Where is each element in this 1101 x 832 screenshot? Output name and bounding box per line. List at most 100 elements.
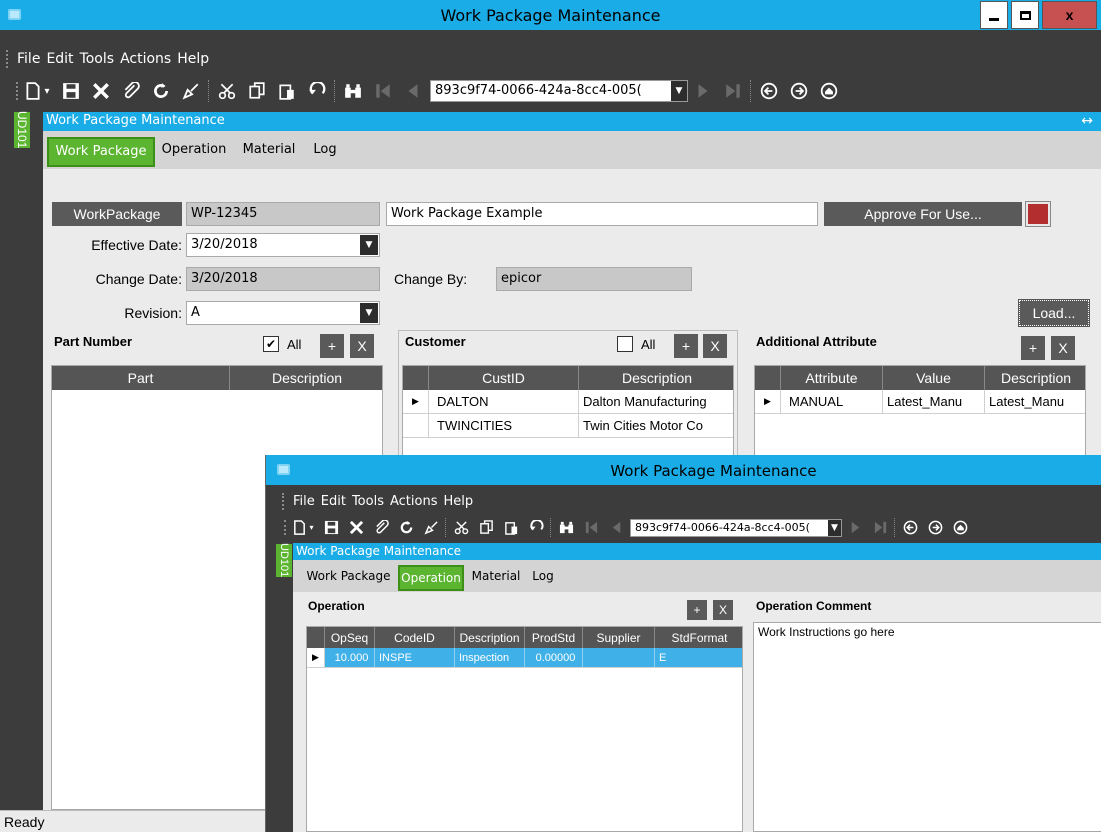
menu-item-help[interactable]: Help	[440, 494, 476, 509]
attribute-add-button[interactable]: +	[1021, 336, 1045, 360]
customer-grid[interactable]: CustID Description ▶ DALTON Dalton Manufac…	[402, 365, 734, 460]
column-header[interactable]: StdFormat	[655, 627, 742, 648]
back-button[interactable]	[760, 82, 778, 100]
attach-button[interactable]	[122, 82, 140, 100]
tab-operation[interactable]: Operation	[159, 137, 229, 167]
column-header[interactable]: OpSeq	[325, 627, 375, 648]
column-header[interactable]: ProdStd	[525, 627, 583, 648]
workpackage-field[interactable]: WP-12345	[186, 202, 380, 226]
search-button[interactable]	[559, 520, 574, 535]
menu-item-actions[interactable]: Actions	[117, 51, 174, 67]
part-add-button[interactable]: +	[320, 334, 344, 358]
column-header[interactable]: CustID	[429, 366, 579, 390]
column-header[interactable]: Description	[579, 366, 733, 390]
column-header[interactable]: Description	[230, 366, 382, 390]
chevron-down-icon[interactable]: ▼	[828, 520, 841, 536]
clear-button[interactable]	[424, 520, 439, 535]
main-titlebar[interactable]: Work Package Maintenance x	[0, 0, 1101, 30]
undo-button[interactable]	[308, 82, 326, 100]
refresh-button[interactable]	[152, 82, 170, 100]
refresh-button[interactable]	[399, 520, 414, 535]
menu-item-edit[interactable]: Edit	[318, 494, 349, 509]
next-record-button[interactable]	[848, 520, 863, 535]
overlay-titlebar[interactable]: Work Package Maintenance	[266, 455, 1101, 485]
operation-add-button[interactable]: +	[687, 600, 707, 620]
first-record-button[interactable]	[374, 82, 392, 100]
ud-tab[interactable]: UD101	[14, 111, 30, 149]
copy-button[interactable]	[248, 82, 266, 100]
pin-icon[interactable]: ↔	[1081, 113, 1093, 129]
tab-work-package[interactable]: Work Package	[47, 137, 155, 167]
forward-button[interactable]	[790, 82, 808, 100]
clear-button[interactable]	[182, 82, 200, 100]
cut-button[interactable]	[454, 520, 469, 535]
column-header[interactable]: Value	[883, 366, 985, 390]
paste-button[interactable]	[278, 82, 296, 100]
ud-tab[interactable]: UD101	[276, 543, 292, 578]
column-header[interactable]: Supplier	[583, 627, 655, 648]
back-button[interactable]	[903, 520, 918, 535]
search-button[interactable]	[344, 82, 362, 100]
menu-item-edit[interactable]: Edit	[43, 51, 76, 67]
previous-record-button[interactable]	[404, 82, 422, 100]
part-all-checkbox[interactable]: ✔	[263, 336, 279, 352]
column-header[interactable]: Part	[52, 366, 230, 390]
tab-material[interactable]: Material	[233, 137, 305, 167]
revision-field[interactable]: A ▼	[186, 301, 380, 325]
new-button[interactable]: ▾	[24, 82, 50, 100]
customer-add-button[interactable]: +	[674, 334, 698, 358]
next-record-button[interactable]	[694, 82, 712, 100]
first-record-button[interactable]	[584, 520, 599, 535]
home-button[interactable]	[953, 520, 968, 535]
chevron-down-icon[interactable]: ▼	[360, 303, 378, 323]
customer-all-checkbox[interactable]	[617, 336, 633, 352]
new-button[interactable]: ▾	[292, 520, 314, 535]
table-row[interactable]: TWINCITIES Twin Cities Motor Co	[403, 414, 733, 438]
column-header[interactable]: Description	[985, 366, 1085, 390]
menu-item-tools[interactable]: Tools	[349, 494, 387, 509]
delete-button[interactable]	[349, 520, 364, 535]
chevron-down-icon[interactable]: ▼	[671, 81, 687, 101]
close-button[interactable]: x	[1042, 1, 1097, 29]
home-button[interactable]	[820, 82, 838, 100]
attribute-grid[interactable]: Attribute Value Description ▶ MANUAL Lates…	[754, 365, 1086, 460]
chevron-down-icon[interactable]: ▼	[360, 235, 378, 255]
menu-item-actions[interactable]: Actions	[387, 494, 441, 509]
menu-item-tools[interactable]: Tools	[77, 51, 118, 67]
save-button[interactable]	[62, 82, 80, 100]
approve-for-use-button[interactable]: Approve For Use...	[824, 202, 1022, 226]
cut-button[interactable]	[218, 82, 236, 100]
tab-log[interactable]: Log	[528, 565, 558, 591]
column-header[interactable]: Attribute	[781, 366, 883, 390]
description-field[interactable]: Work Package Example	[386, 202, 818, 226]
menu-item-file[interactable]: File	[14, 51, 43, 67]
table-row[interactable]: ▶ DALTON Dalton Manufacturing	[403, 390, 733, 414]
operation-grid[interactable]: OpSeq CodeID Description ProdStd Supplie…	[306, 626, 743, 832]
tab-work-package[interactable]: Work Package	[303, 565, 394, 591]
record-navigator-combo[interactable]: 893c9f74-0066-424a-8cc4-005(▼	[630, 519, 842, 537]
attribute-delete-button[interactable]: X	[1051, 336, 1075, 360]
load-button[interactable]: Load...	[1018, 299, 1090, 327]
effective-date-field[interactable]: 3/20/2018 ▼	[186, 233, 380, 257]
operation-delete-button[interactable]: X	[713, 600, 733, 620]
last-record-button[interactable]	[873, 520, 888, 535]
operation-comment-textarea[interactable]: Work Instructions go here	[753, 622, 1101, 832]
forward-button[interactable]	[928, 520, 943, 535]
column-header[interactable]: Description	[455, 627, 525, 648]
table-row[interactable]: ▶ MANUAL Latest_Manu Latest_Manu	[755, 390, 1085, 414]
minimize-button[interactable]	[980, 1, 1008, 29]
paste-button[interactable]	[504, 520, 519, 535]
delete-button[interactable]	[92, 82, 110, 100]
column-header[interactable]: CodeID	[375, 627, 455, 648]
tab-material[interactable]: Material	[468, 565, 524, 591]
maximize-button[interactable]	[1011, 1, 1039, 29]
menu-item-help[interactable]: Help	[174, 51, 212, 67]
table-row[interactable]: ▶ 10.000 INSPE Inspection 0.00000 E	[307, 648, 742, 668]
undo-button[interactable]	[529, 520, 544, 535]
record-navigator-combo[interactable]: 893c9f74-0066-424a-8cc4-005(▼	[430, 80, 688, 102]
copy-button[interactable]	[479, 520, 494, 535]
tab-operation[interactable]: Operation	[398, 565, 464, 591]
part-delete-button[interactable]: X	[350, 334, 374, 358]
last-record-button[interactable]	[724, 82, 742, 100]
tab-log[interactable]: Log	[309, 137, 341, 167]
